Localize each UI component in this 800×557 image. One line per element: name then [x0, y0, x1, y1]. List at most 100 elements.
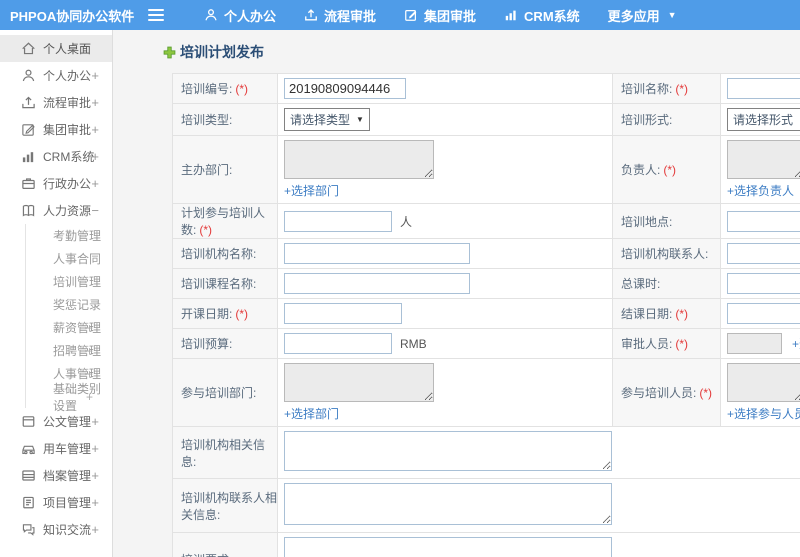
- planned-participants-input[interactable]: [284, 210, 392, 232]
- nav-workflow-approval[interactable]: 流程审批: [290, 0, 390, 30]
- sidebar-subitem-rewards[interactable]: 奖惩记录: [26, 293, 112, 316]
- sidebar-subitem-attendance[interactable]: 考勤管理: [26, 224, 112, 247]
- sidebar-item-personal-office[interactable]: 个人办公 +: [0, 62, 112, 89]
- bar-chart-icon: [21, 149, 36, 164]
- sidebar-item-crm[interactable]: CRM系统 +: [0, 143, 112, 170]
- chat-icon: [21, 522, 36, 537]
- sidebar-label: 个人桌面: [43, 42, 92, 56]
- sidebar-item-projects[interactable]: 项目管理 +: [0, 489, 112, 516]
- training-location-input[interactable]: [727, 210, 800, 232]
- sidebar-item-admin-office[interactable]: 行政办公 +: [0, 170, 112, 197]
- expand-icon[interactable]: +: [91, 468, 99, 483]
- sidebar-item-documents[interactable]: 公文管理 +: [0, 408, 112, 435]
- course-name-input[interactable]: [284, 273, 470, 294]
- field-label: 培训机构相关信息:: [181, 437, 266, 469]
- expand-icon[interactable]: +: [86, 367, 93, 381]
- sidebar-item-knowledge[interactable]: 知识交流 +: [0, 516, 112, 543]
- expand-icon[interactable]: +: [91, 176, 99, 191]
- sidebar-item-workflow-approval[interactable]: 流程审批 +: [0, 89, 112, 116]
- end-date-input[interactable]: [727, 303, 800, 324]
- field-label: 开课日期:: [181, 307, 233, 321]
- expand-icon[interactable]: +: [86, 344, 93, 358]
- select-responsible-link[interactable]: +选择负责人: [727, 184, 794, 198]
- sidebar-item-group-approval[interactable]: 集团审批 +: [0, 116, 112, 143]
- sidebar-subitem-recruit[interactable]: 招聘管理 +: [26, 339, 112, 362]
- approver-input[interactable]: [727, 333, 782, 354]
- expand-icon[interactable]: +: [86, 321, 93, 335]
- sidebar-subitem-base-category[interactable]: 基础类别设置 +: [26, 382, 112, 413]
- expand-icon[interactable]: +: [86, 390, 93, 404]
- caret-down-icon: ▼: [667, 10, 677, 20]
- sidebar-label: 流程审批: [43, 96, 92, 110]
- expand-icon[interactable]: +: [91, 95, 99, 110]
- expand-icon[interactable]: +: [91, 68, 99, 83]
- nav-crm-system[interactable]: CRM系统: [490, 0, 594, 30]
- select-participants-link[interactable]: +选择参与人员: [727, 407, 800, 421]
- responsible-person-textarea[interactable]: [727, 140, 800, 179]
- collapse-icon[interactable]: −: [91, 203, 99, 218]
- training-name-input[interactable]: [727, 78, 800, 99]
- participating-departments-textarea[interactable]: [284, 363, 434, 402]
- expand-icon[interactable]: +: [91, 495, 99, 510]
- sidebar-label: CRM系统: [43, 150, 95, 164]
- expand-icon[interactable]: +: [91, 522, 99, 537]
- expand-icon[interactable]: +: [91, 149, 99, 164]
- training-type-select[interactable]: 请选择类型 ▼: [284, 108, 370, 131]
- select-department-link[interactable]: +选择部门: [284, 407, 339, 421]
- field-label: 培训名称:: [621, 82, 673, 96]
- field-label: 培训类型:: [181, 113, 233, 127]
- nav-label: 集团审批: [424, 8, 477, 24]
- sidebar-item-hr[interactable]: 人力资源 −: [0, 197, 112, 224]
- table-row: 参与培训部门: +选择部门 参与培训人员: (*) +选择参与人员: [172, 358, 800, 427]
- clipboard-icon: [21, 495, 36, 510]
- training-number-input[interactable]: [284, 78, 406, 99]
- institution-contact-info-textarea[interactable]: [284, 483, 612, 525]
- select-department-link[interactable]: +选择部门: [284, 184, 339, 198]
- person-icon: [204, 8, 218, 22]
- select-arrow-icon: ▼: [356, 115, 364, 124]
- sidebar-label: 人力资源: [43, 204, 92, 218]
- hr-submenu: 考勤管理 人事合同 培训管理 奖惩记录 薪资管理 + 招聘管理 + 人事管理 + 基础…: [25, 224, 112, 413]
- car-icon: [21, 441, 36, 456]
- sidebar-subitem-training-mgmt[interactable]: 培训管理: [26, 270, 112, 293]
- institution-info-textarea[interactable]: [284, 431, 612, 471]
- field-label: 参与培训人员:: [621, 386, 697, 400]
- field-label: 培训课程名称:: [181, 277, 257, 291]
- hamburger-menu-icon[interactable]: [148, 9, 164, 21]
- required-mark: (*): [235, 82, 249, 96]
- table-row: 开课日期: (*) 结课日期: (*): [172, 298, 800, 329]
- table-row: 培训类型: 请选择类型▼ 培训形式: 请选择形式▼: [172, 103, 800, 136]
- nav-more-apps[interactable]: 更多应用 ▼: [594, 0, 691, 30]
- start-date-input[interactable]: [284, 303, 402, 324]
- expand-icon[interactable]: +: [91, 441, 99, 456]
- budget-input[interactable]: [284, 333, 392, 354]
- sidebar-subitem-salary[interactable]: 薪资管理 +: [26, 316, 112, 339]
- nav-label: CRM系统: [524, 8, 580, 24]
- host-department-textarea[interactable]: [284, 140, 434, 179]
- total-hours-input[interactable]: [727, 273, 800, 294]
- sidebar-item-vehicles[interactable]: 用车管理 +: [0, 435, 112, 462]
- table-row: 培训课程名称: 总课时:: [172, 268, 800, 299]
- sidebar-item-personal-desktop[interactable]: 个人桌面: [0, 35, 112, 62]
- institution-name-input[interactable]: [284, 243, 470, 264]
- sidebar-item-archives[interactable]: 档案管理 +: [0, 462, 112, 489]
- nav-personal-office[interactable]: 个人办公: [190, 0, 290, 30]
- edit-icon: [404, 8, 418, 22]
- field-label: 培训机构联系人相关信息:: [181, 490, 278, 522]
- archive-icon: [21, 468, 36, 483]
- select-approver-link[interactable]: +选择审批人员: [792, 337, 800, 351]
- field-label: 培训地点:: [621, 214, 673, 229]
- training-form-select[interactable]: 请选择形式▼: [727, 108, 800, 131]
- sidebar-label: 项目管理: [43, 496, 92, 510]
- expand-icon[interactable]: +: [91, 414, 99, 429]
- edit-icon: [21, 122, 36, 137]
- sidebar-subitem-hr-contract[interactable]: 人事合同: [26, 247, 112, 270]
- field-label: 培训形式:: [621, 113, 673, 127]
- participants-textarea[interactable]: [727, 363, 800, 402]
- expand-icon[interactable]: +: [91, 122, 99, 137]
- institution-contact-input[interactable]: [727, 243, 800, 264]
- training-requirements-textarea[interactable]: [284, 537, 612, 557]
- nav-group-approval[interactable]: 集团审批: [390, 0, 490, 30]
- field-label: 计划参与培训人数:: [181, 206, 266, 237]
- required-mark: (*): [699, 386, 713, 400]
